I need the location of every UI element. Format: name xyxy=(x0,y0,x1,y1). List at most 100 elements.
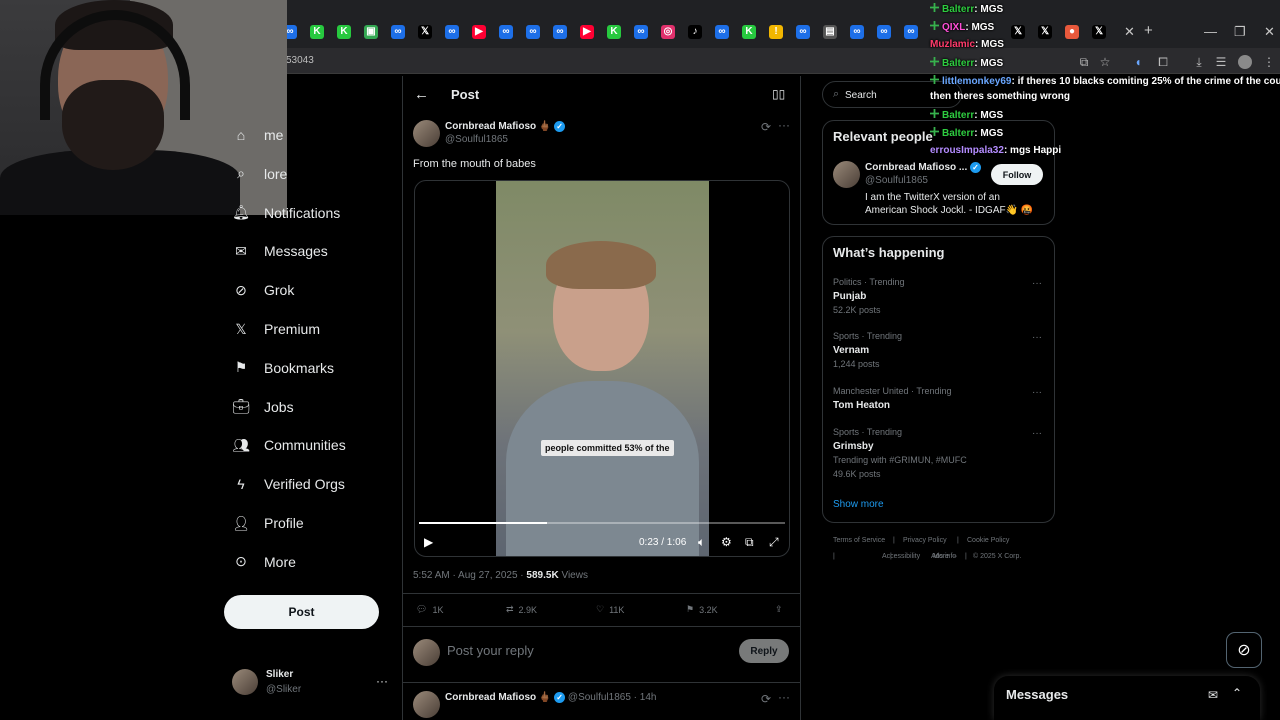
trend-name[interactable]: Punjab xyxy=(833,291,866,302)
browser-tab-icon[interactable]: ∞ xyxy=(499,25,513,39)
messages-drawer[interactable]: Messages ✉ ⌃ xyxy=(994,676,1260,720)
browser-tab-icon[interactable]: ∞ xyxy=(796,25,810,39)
window-close-icon[interactable]: ✕ xyxy=(1264,24,1275,40)
download-icon[interactable]: ⤓ xyxy=(1192,55,1206,69)
profile-icon[interactable] xyxy=(1238,55,1252,69)
restore-icon[interactable]: ❐ xyxy=(1234,24,1246,40)
browser-tab-icon[interactable]: ∞ xyxy=(526,25,540,39)
minimize-icon[interactable]: — xyxy=(1204,24,1217,39)
back-arrow-icon[interactable]: ← xyxy=(414,86,429,103)
sidebar-item-lore[interactable]: ⌕ lore xyxy=(232,161,287,187)
volume-icon[interactable]: 🔈︎ xyxy=(698,535,705,550)
browser-tab-icon[interactable]: 𝕏 xyxy=(1092,25,1106,39)
person-avatar[interactable] xyxy=(833,161,860,188)
browser-tab-icon[interactable]: 𝕏 xyxy=(1011,25,1025,39)
footer-link[interactable]: More ··· xyxy=(933,553,958,560)
extension-icon[interactable]: ◖ xyxy=(1131,55,1145,69)
trend-name[interactable]: Vernam xyxy=(833,345,869,356)
reply-post-author[interactable]: Cornbread Mafioso 🖕🏾 ✓ @Soulful1865 · 14… xyxy=(445,692,656,703)
expand-icon[interactable]: ⌃ xyxy=(1232,686,1242,700)
browser-tab-icon[interactable]: ▶ xyxy=(580,25,594,39)
browser-tab-icon[interactable]: ▣ xyxy=(364,25,378,39)
post-button[interactable]: Post xyxy=(224,595,379,629)
play-icon[interactable]: ▶ xyxy=(424,535,433,549)
like-action[interactable]: ♡ 11K xyxy=(596,604,624,615)
star-icon[interactable]: ☆ xyxy=(1098,55,1112,69)
sidebar-item-messages[interactable]: ✉ Messages xyxy=(232,238,328,264)
sidebar-item-grok[interactable]: ⊘ Grok xyxy=(232,277,294,303)
person-name[interactable]: Cornbread Mafioso ... ✓ xyxy=(865,162,982,173)
reply-button[interactable]: Reply xyxy=(739,639,789,663)
browser-tab-icon[interactable]: ♪ xyxy=(688,25,702,39)
browser-tab-icon[interactable]: ∞ xyxy=(877,25,891,39)
new-message-icon[interactable]: ✉ xyxy=(1208,688,1218,702)
browser-tab-icon[interactable]: ∞ xyxy=(904,25,918,39)
browser-tab-icon[interactable]: 𝕏 xyxy=(418,25,432,39)
reply-post-more-icon[interactable]: ··· xyxy=(778,690,790,704)
show-more-link[interactable]: Show more xyxy=(833,499,884,510)
browser-tab-icon[interactable]: ∞ xyxy=(634,25,648,39)
tab-search-icon[interactable]: ☰ xyxy=(1214,55,1228,69)
url-text[interactable]: 53043 xyxy=(286,55,314,66)
pip-icon[interactable]: ⧉ xyxy=(745,535,754,550)
tab-close-icon[interactable]: ✕ xyxy=(1124,24,1135,40)
footer-link[interactable]: Privacy Policy xyxy=(903,537,947,544)
reply-input[interactable]: Post your reply xyxy=(447,643,534,658)
new-tab-icon[interactable]: + xyxy=(1144,22,1153,39)
author-name[interactable]: Cornbread Mafioso 🖕🏾 ✓ xyxy=(445,121,566,132)
browser-tab-icon[interactable]: K xyxy=(310,25,324,39)
browser-tab-icon[interactable]: K xyxy=(742,25,756,39)
account-avatar[interactable] xyxy=(232,669,258,695)
reply-post-avatar[interactable] xyxy=(413,691,440,718)
trend-more-icon[interactable]: ··· xyxy=(1032,278,1042,289)
reader-icon[interactable]: ▯▯ xyxy=(772,87,785,101)
footer-link[interactable]: © 2025 X Corp. xyxy=(973,553,1021,560)
share-action[interactable]: ⇪ xyxy=(775,604,783,615)
reply-action[interactable]: 💬︎ 1K xyxy=(416,604,443,615)
repost-action[interactable]: ⇄ 2.9K xyxy=(506,604,537,615)
browser-tab-icon[interactable]: ▤ xyxy=(823,25,837,39)
sidebar-item-me[interactable]: ⌂ me xyxy=(232,122,284,148)
grok-fab-button[interactable]: ⊘ xyxy=(1226,632,1262,668)
sidebar-item-verified-orgs[interactable]: ϟ Verified Orgs xyxy=(232,471,345,497)
browser-tab-icon[interactable]: ● xyxy=(1065,25,1079,39)
browser-tab-icon[interactable]: ∞ xyxy=(715,25,729,39)
trend-more-icon[interactable]: ··· xyxy=(1032,332,1042,343)
account-name[interactable]: Sliker xyxy=(266,669,293,680)
browser-tab-icon[interactable]: ◎ xyxy=(661,25,675,39)
puzzle-icon[interactable]: ⧠ xyxy=(1156,55,1170,69)
trend-name[interactable]: Tom Heaton xyxy=(833,400,890,411)
browser-tab-icon[interactable]: K xyxy=(607,25,621,39)
footer-link[interactable]: Accessibility xyxy=(882,553,920,560)
browser-tab-icon[interactable]: ! xyxy=(769,25,783,39)
bookmark-action[interactable]: ⚑ 3.2K xyxy=(686,604,718,615)
browser-tab-icon[interactable]: ∞ xyxy=(553,25,567,39)
sidebar-item-more[interactable]: ⊙ More xyxy=(232,549,296,575)
follow-button[interactable]: Follow xyxy=(991,164,1043,185)
video-player[interactable]: people committed 53% of the ▶ 0:23 / 1:0… xyxy=(414,180,790,557)
account-more-icon[interactable]: ··· xyxy=(376,674,388,688)
fullscreen-icon[interactable]: ⤢ xyxy=(769,535,779,550)
sidebar-item-premium[interactable]: 𝕏 Premium xyxy=(232,316,320,342)
grok-explain-icon[interactable]: ⟳ xyxy=(761,120,771,134)
sidebar-item-notifications[interactable]: 🔔︎ Notifications xyxy=(232,200,340,226)
kebab-menu-icon[interactable]: ⋮ xyxy=(1262,55,1276,69)
browser-tab-icon[interactable]: 𝕏 xyxy=(1038,25,1052,39)
footer-link[interactable]: Cookie Policy xyxy=(967,537,1009,544)
trend-more-icon[interactable]: ··· xyxy=(1032,428,1042,439)
cast-icon[interactable]: ⧉ xyxy=(1077,55,1091,69)
trend-name[interactable]: Grimsby xyxy=(833,441,874,452)
sidebar-item-jobs[interactable]: 💼︎ Jobs xyxy=(232,394,293,420)
sidebar-item-bookmarks[interactable]: ⚑ Bookmarks xyxy=(232,355,334,381)
browser-tab-icon[interactable]: ∞ xyxy=(445,25,459,39)
footer-link[interactable]: Terms of Service xyxy=(833,537,885,544)
grok-explain-icon[interactable]: ⟳ xyxy=(761,692,771,706)
settings-icon[interactable]: ⚙︎ xyxy=(721,535,732,549)
sidebar-item-profile[interactable]: 👤︎ Profile xyxy=(232,510,304,536)
browser-tab-icon[interactable]: ▶ xyxy=(472,25,486,39)
author-handle[interactable]: @Soulful1865 xyxy=(445,134,508,145)
author-avatar[interactable] xyxy=(413,120,440,147)
trend-more-icon[interactable]: ··· xyxy=(1032,387,1042,398)
video-progress-bar[interactable] xyxy=(419,522,785,524)
browser-tab-icon[interactable]: ∞ xyxy=(391,25,405,39)
